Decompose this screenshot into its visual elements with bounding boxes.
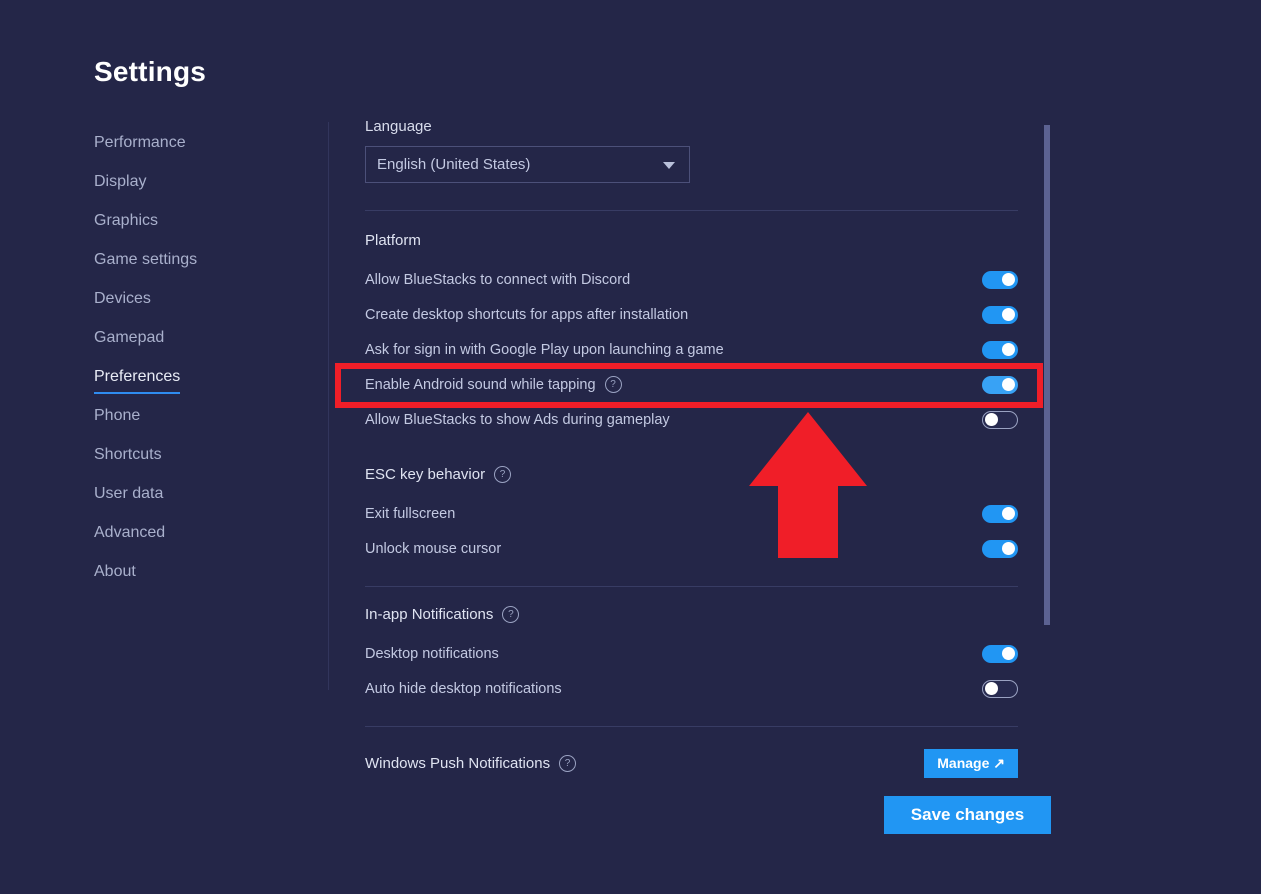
sidebar-item-label: Display: [94, 173, 147, 190]
setting-toggle-on[interactable]: [982, 539, 1018, 558]
setting-row-label-group: Allow BlueStacks to show Ads during game…: [365, 412, 670, 428]
help-circle-icon[interactable]: ?: [559, 755, 577, 772]
setting-row: Exit fullscreen: [365, 496, 1018, 531]
setting-toggle-on[interactable]: [982, 375, 1018, 394]
setting-row-label-group: Ask for sign in with Google Play upon la…: [365, 342, 724, 358]
setting-row: Create desktop shortcuts for apps after …: [365, 297, 1018, 332]
esc-key-rows: Exit fullscreen Unlock mouse cursor: [365, 496, 1018, 566]
setting-toggle-on[interactable]: [982, 305, 1018, 324]
toggle-knob: [1002, 308, 1015, 321]
sidebar-item-game-settings[interactable]: Game settings: [94, 248, 304, 287]
setting-toggle-on[interactable]: [982, 504, 1018, 523]
language-select[interactable]: English (United States): [365, 146, 690, 183]
setting-toggle-on[interactable]: [982, 644, 1018, 663]
setting-row: Ask for sign in with Google Play upon la…: [365, 332, 1018, 367]
sidebar-item-label: Game settings: [94, 251, 198, 268]
settings-content-panel: Language English (United States) Platfor…: [365, 118, 1018, 781]
toggle-knob: [1002, 542, 1015, 555]
sidebar-item-advanced[interactable]: Advanced: [94, 521, 304, 560]
setting-row-label: Allow BlueStacks to show Ads during game…: [365, 411, 670, 428]
setting-row-label-group: Exit fullscreen: [365, 506, 455, 522]
sidebar-item-label: Devices: [94, 290, 151, 307]
in-app-notifications-rows: Desktop notifications Auto hide desktop n…: [365, 636, 1018, 706]
setting-row-label: Unlock mouse cursor: [365, 540, 502, 557]
toggle-knob: [1002, 507, 1015, 520]
esc-key-heading-label: ESC key behavior: [365, 466, 486, 483]
windows-push-heading-label: Windows Push Notifications: [365, 755, 551, 772]
setting-row-label-group: Unlock mouse cursor: [365, 541, 501, 557]
settings-sidebar: Performance Display Graphics Game settings D…: [94, 131, 304, 599]
sidebar-item-gamepad[interactable]: Gamepad: [94, 326, 304, 365]
setting-row-label: Exit fullscreen: [365, 505, 456, 522]
setting-row-label: Create desktop shortcuts for apps after …: [365, 306, 689, 323]
sidebar-item-display[interactable]: Display: [94, 170, 304, 209]
setting-toggle-off[interactable]: [982, 410, 1018, 429]
sidebar-item-shortcuts[interactable]: Shortcuts: [94, 443, 304, 482]
setting-row-label: Desktop notifications: [365, 645, 499, 662]
in-app-notifications-section-heading: In-app Notifications ?: [365, 606, 1018, 623]
toggle-knob: [1002, 343, 1015, 356]
sidebar-item-label: Performance: [94, 134, 186, 151]
page-title: Settings: [94, 56, 207, 87]
platform-rows: Allow BlueStacks to connect with Discord…: [365, 262, 1018, 437]
save-changes-button[interactable]: Save changes: [884, 796, 1051, 834]
toggle-knob: [985, 682, 998, 695]
setting-row-label-group: Desktop notifications: [365, 646, 499, 662]
sidebar-item-user-data[interactable]: User data: [94, 482, 304, 521]
windows-push-label-group: Windows Push Notifications ?: [365, 755, 577, 772]
setting-row: Allow BlueStacks to connect with Discord: [365, 262, 1018, 297]
sidebar-item-about[interactable]: About: [94, 560, 304, 599]
content-scrollbar-thumb[interactable]: [1044, 125, 1050, 625]
sidebar-item-label: User data: [94, 485, 164, 502]
sidebar-item-performance[interactable]: Performance: [94, 131, 304, 170]
sidebar-content-divider: [328, 122, 329, 690]
setting-row: Auto hide desktop notifications: [365, 671, 1018, 706]
setting-toggle-on[interactable]: [982, 340, 1018, 359]
windows-push-notifications-row: Windows Push Notifications ? Manage ↗: [365, 746, 1018, 781]
setting-row-label-group: Allow BlueStacks to connect with Discord: [365, 272, 630, 288]
setting-row: Unlock mouse cursor: [365, 531, 1018, 566]
toggle-knob: [985, 413, 998, 426]
chevron-down-icon[interactable]: [663, 161, 675, 169]
sidebar-item-label: About: [94, 563, 136, 580]
sidebar-item-label: Advanced: [94, 524, 166, 541]
toggle-knob: [1002, 273, 1015, 286]
platform-heading-label: Platform: [365, 232, 421, 249]
sidebar-item-label: Phone: [94, 407, 141, 424]
sidebar-item-preferences[interactable]: Preferences: [94, 365, 304, 404]
sidebar-item-phone[interactable]: Phone: [94, 404, 304, 443]
setting-row-label: Enable Android sound while tapping: [365, 376, 596, 393]
setting-row-label: Auto hide desktop notifications: [365, 680, 562, 697]
language-selected-value: English (United States): [377, 156, 531, 173]
platform-section-heading: Platform: [365, 232, 1018, 249]
setting-row-label-group: Enable Android sound while tapping?: [365, 376, 622, 393]
esc-key-section-heading: ESC key behavior ?: [365, 466, 1018, 483]
manage-button[interactable]: Manage ↗: [924, 749, 1018, 778]
sidebar-item-graphics[interactable]: Graphics: [94, 209, 304, 248]
sidebar-item-label: Shortcuts: [94, 446, 162, 463]
help-circle-icon[interactable]: ?: [502, 606, 520, 623]
sidebar-item-label: Gamepad: [94, 329, 165, 346]
setting-row: Enable Android sound while tapping?: [365, 367, 1018, 402]
setting-toggle-on[interactable]: [982, 270, 1018, 289]
setting-row: Desktop notifications: [365, 636, 1018, 671]
language-field-group: Language English (United States): [365, 118, 1018, 183]
setting-row-label: Ask for sign in with Google Play upon la…: [365, 341, 724, 358]
toggle-knob: [1002, 378, 1015, 391]
help-circle-icon[interactable]: ?: [604, 376, 622, 393]
setting-row-label-group: Auto hide desktop notifications: [365, 681, 562, 697]
help-circle-icon[interactable]: ?: [494, 466, 512, 483]
setting-row-label-group: Create desktop shortcuts for apps after …: [365, 307, 688, 323]
toggle-knob: [1002, 647, 1015, 660]
language-label: Language: [365, 118, 432, 135]
in-app-notifications-heading-label: In-app Notifications: [365, 606, 494, 623]
setting-row: Allow BlueStacks to show Ads during game…: [365, 402, 1018, 437]
sidebar-item-label: Graphics: [94, 212, 159, 229]
setting-row-label: Allow BlueStacks to connect with Discord: [365, 271, 631, 288]
sidebar-item-label: Preferences: [94, 365, 181, 394]
setting-toggle-off[interactable]: [982, 679, 1018, 698]
sidebar-item-devices[interactable]: Devices: [94, 287, 304, 326]
